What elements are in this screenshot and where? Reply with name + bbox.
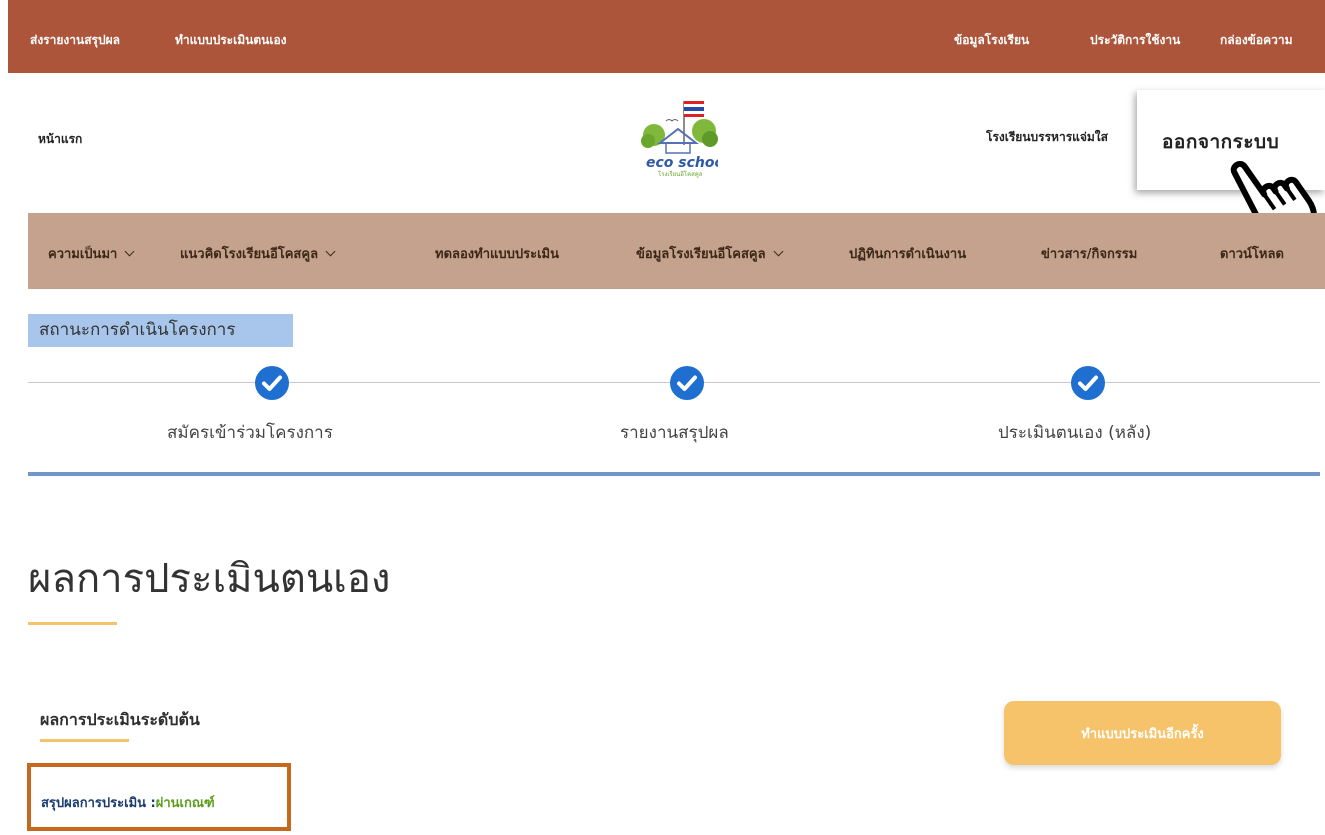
usage-history-link[interactable]: ประวัติการใช้งาน (1090, 31, 1180, 50)
step-2-check-icon (670, 366, 704, 400)
main-nav: ความเป็นมา แนวคิดโรงเรียนอีโคสคูล ทดลองท… (28, 213, 1325, 289)
nav-item-eco-school-info[interactable]: ข้อมูลโรงเรียนอีโคสคูล (636, 243, 784, 264)
status-divider (28, 472, 1320, 476)
step-2-label: รายงานสรุปผล (620, 423, 729, 443)
step-3-check-icon (1071, 366, 1105, 400)
self-assessment-link[interactable]: ทำแบบประเมินตนเอง (175, 31, 287, 50)
nav-item-label: ข่าวสาร/กิจกรรม (1041, 247, 1138, 262)
nav-item-concept[interactable]: แนวคิดโรงเรียนอีโคสคูล (180, 243, 336, 264)
nav-item-label: ทดลองทำแบบประเมิน (435, 247, 560, 262)
nav-item-label: แนวคิดโรงเรียนอีโคสคูล (180, 247, 319, 262)
step-1-label: สมัครเข้าร่วมโครงการ (167, 423, 333, 443)
nav-item-label: ข้อมูลโรงเรียนอีโคสคูล (636, 247, 766, 262)
title-underline (28, 622, 117, 625)
logo-wordmark: eco school (646, 155, 718, 171)
nav-item-trial-assessment[interactable]: ทดลองทำแบบประเมิน (435, 243, 559, 264)
chevron-down-icon (325, 246, 336, 257)
step-3-label: ประเมินตนเอง (หลัง) (998, 423, 1152, 443)
nav-item-label: ความเป็นมา (48, 247, 118, 262)
school-name: โรงเรียนบรรหารแจ่มใส (986, 130, 1108, 144)
school-info-link[interactable]: ข้อมูลโรงเรียน (954, 31, 1029, 50)
site-header: หน้าแรก eco school โรงเรียนอีโคสคูล โรงเ… (8, 73, 1325, 213)
project-status-title: สถานะการดำเนินโครงการ (28, 314, 293, 347)
nav-item-label: ปฏิทินการดำเนินงาน (849, 247, 967, 262)
message-box-link[interactable]: กล่องข้อความ (1220, 31, 1293, 50)
nav-item-history[interactable]: ความเป็นมา (48, 243, 135, 264)
summary-result: ผ่านเกณฑ์ (155, 796, 215, 811)
assessment-summary-box: สรุปผลการประเมิน :ผ่านเกณฑ์ (27, 763, 291, 831)
nav-item-news[interactable]: ข่าวสาร/กิจกรรม (1041, 243, 1137, 264)
send-report-link[interactable]: ส่งรายงานสรุปผล (30, 31, 120, 50)
eco-school-logo[interactable]: eco school โรงเรียนอีโคสคูล (636, 95, 718, 180)
nav-item-label: ดาวน์โหลด (1220, 247, 1284, 262)
chevron-down-icon (124, 246, 135, 257)
logo-subtext: โรงเรียนอีโคสคูล (658, 170, 703, 178)
top-bar: ส่งรายงานสรุปผล ทำแบบประเมินตนเอง ข้อมูล… (8, 0, 1325, 73)
step-1-check-icon (255, 366, 289, 400)
summary-label: สรุปผลการประเมิน : (41, 796, 156, 811)
home-link[interactable]: หน้าแรก (38, 130, 82, 149)
page-title: ผลการประเมินตนเอง (28, 556, 391, 602)
nav-item-download[interactable]: ดาวน์โหลด (1220, 243, 1284, 264)
section-underline (40, 739, 129, 742)
chevron-down-icon (773, 246, 784, 257)
section-title: ผลการประเมินระดับต้น (40, 710, 200, 729)
summary-text: สรุปผลการประเมิน :ผ่านเกณฑ์ (41, 792, 215, 813)
nav-item-calendar[interactable]: ปฏิทินการดำเนินงาน (849, 243, 966, 264)
retake-assessment-button[interactable]: ทำแบบประเมินอีกครั้ง (1004, 701, 1281, 765)
